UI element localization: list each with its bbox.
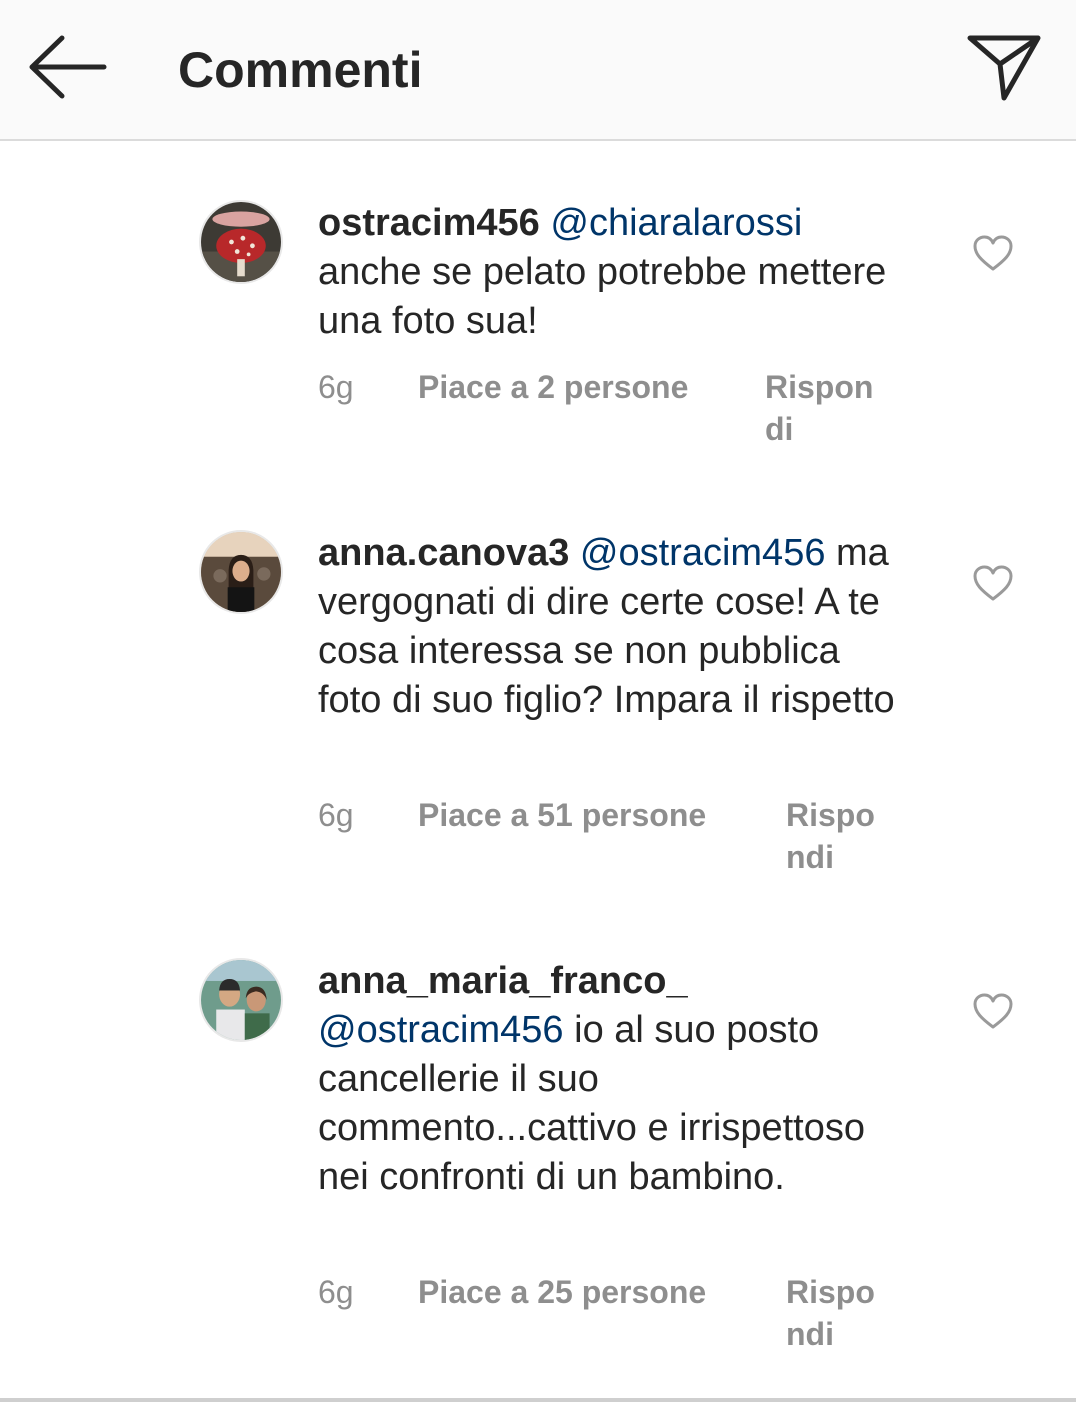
heart-icon[interactable] (972, 564, 1014, 602)
comment-meta: 6g Piace a 51 persone Rispondi (318, 794, 898, 884)
comment-text: anna_maria_franco_ @ostracim456 io al su… (318, 957, 898, 1202)
comment-username[interactable]: anna_maria_franco_ (318, 960, 688, 1002)
comment-text: ostracim456 @chiaralarossi anche se pela… (318, 199, 898, 346)
avatar[interactable] (199, 200, 283, 284)
heart-icon[interactable] (972, 234, 1014, 272)
comment-text: anna.canova3 @ostracim456 ma vergognati … (318, 529, 898, 725)
comment-time: 6g (318, 1274, 354, 1310)
page-title: Commenti (178, 42, 423, 98)
avatar[interactable] (199, 530, 283, 614)
reply-button[interactable]: Rispondi (786, 1271, 884, 1355)
header-bar: Commenti (0, 0, 1076, 141)
back-arrow-icon[interactable] (26, 34, 110, 100)
comment-likes[interactable]: Piace a 51 persone (418, 794, 706, 836)
comment-mention[interactable]: @ostracim456 (318, 1009, 564, 1051)
comment-body: anche se pelato potrebbe mettere una fot… (318, 251, 887, 342)
comment-meta: 6g Piace a 25 persone Rispondi (318, 1271, 898, 1361)
direct-send-icon[interactable] (964, 30, 1044, 106)
comment-mention[interactable]: @chiaralarossi (550, 202, 802, 244)
comment-time: 6g (318, 797, 354, 833)
comment-username[interactable]: ostracim456 (318, 202, 540, 244)
heart-icon[interactable] (972, 992, 1014, 1030)
bottom-divider (0, 1398, 1076, 1402)
comment-username[interactable]: anna.canova3 (318, 532, 569, 574)
reply-button[interactable]: Rispondi (786, 794, 884, 878)
comment-meta: 6g Piace a 2 persone Rispondi (318, 366, 898, 456)
comment-likes[interactable]: Piace a 2 persone (418, 366, 688, 408)
comment-likes[interactable]: Piace a 25 persone (418, 1271, 706, 1313)
avatar[interactable] (199, 958, 283, 1042)
reply-button[interactable]: Rispondi (765, 366, 883, 450)
comment-mention[interactable]: @ostracim456 (580, 532, 826, 574)
comment-time: 6g (318, 369, 354, 405)
